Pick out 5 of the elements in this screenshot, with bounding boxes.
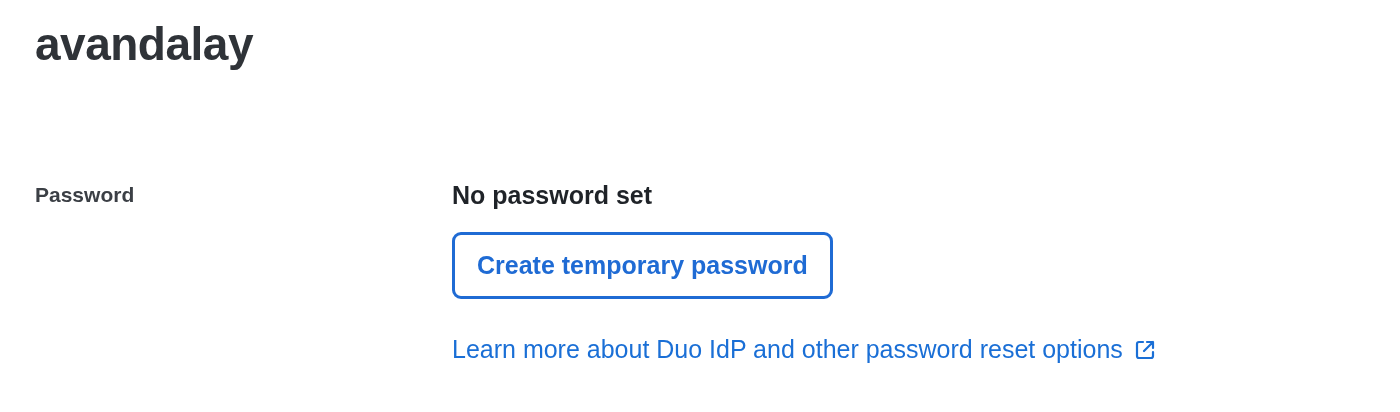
field-label: Password [35,182,136,208]
page-title: avandalay [35,17,255,72]
password-status: No password set [452,180,653,210]
create-password-button[interactable]: Create temporary password [452,232,833,299]
learn-more-link[interactable]: Learn more about Duo IdP and other password reset options [452,335,1123,364]
